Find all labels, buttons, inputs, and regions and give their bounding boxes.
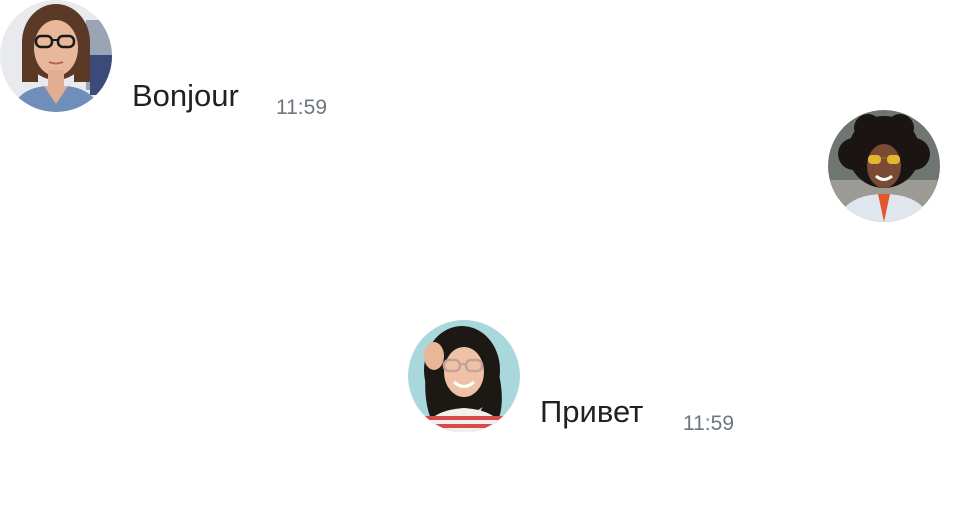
message-text: Привет (540, 394, 644, 429)
avatar-1[interactable] (0, 0, 112, 112)
avatar-2[interactable] (828, 110, 940, 222)
avatar-3[interactable] (408, 320, 520, 432)
avatar-photo-1 (0, 0, 112, 112)
avatar-photo-2 (828, 110, 940, 222)
avatar-photo-3 (408, 320, 520, 432)
message-timestamp: 11:59 (276, 96, 327, 119)
chat-canvas: Bonjour 11:59 Привет 11:59 (0, 0, 953, 524)
message-text: Bonjour (132, 78, 239, 113)
message-timestamp: 11:59 (683, 412, 734, 435)
